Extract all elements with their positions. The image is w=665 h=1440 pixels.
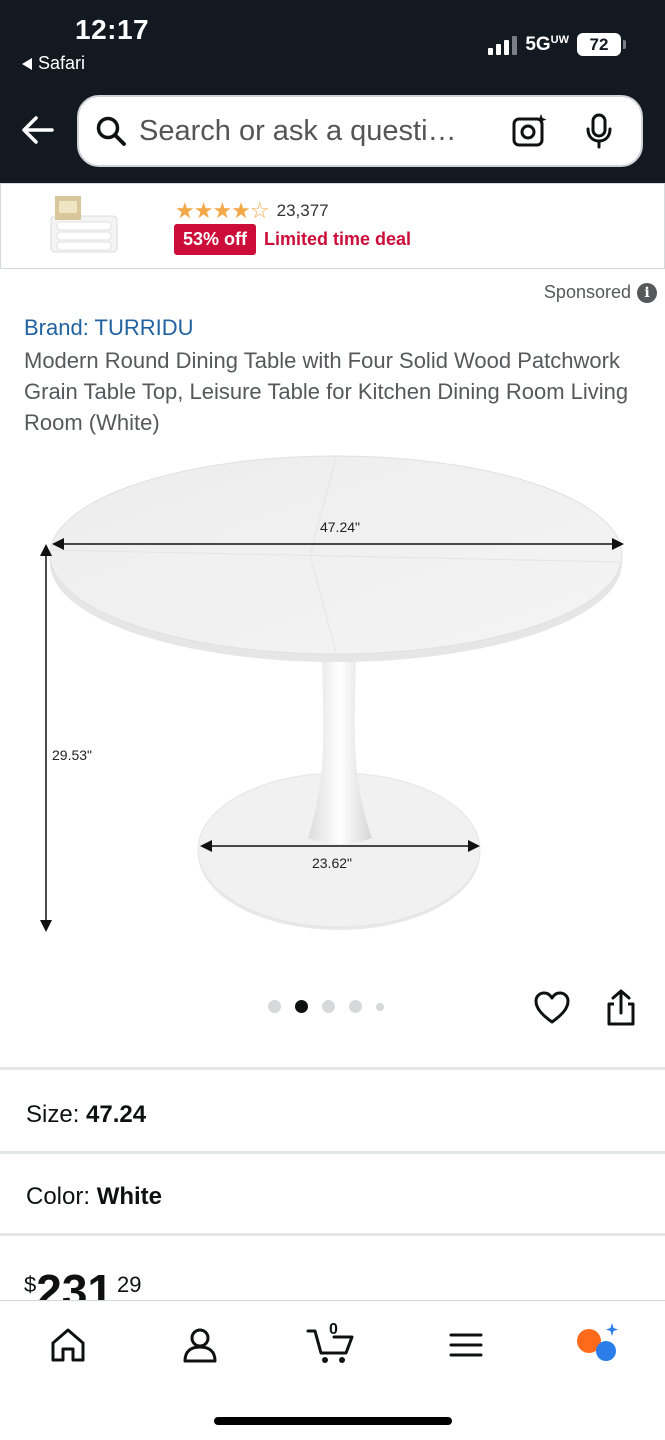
color-value: White: [96, 1183, 163, 1210]
back-triangle-icon: [22, 57, 32, 70]
size-value: 47.24: [86, 1101, 147, 1128]
share-icon[interactable]: [604, 988, 638, 1028]
size-label: Size:: [26, 1101, 80, 1128]
network-label: 5GUW: [525, 33, 569, 55]
product-image[interactable]: 47.24" 29.53" 23.62": [0, 440, 665, 960]
discount-badge: 53% off: [174, 224, 257, 255]
info-icon[interactable]: i: [637, 282, 657, 303]
brand-link[interactable]: Brand: TURRIDU: [24, 315, 194, 341]
divider: [0, 1067, 665, 1070]
width-dimension-label: 47.24": [320, 519, 360, 535]
divider: [0, 1151, 665, 1154]
bottom-nav: 0: [0, 1300, 665, 1440]
ad-product-thumbnail: [50, 196, 118, 253]
carousel-dot-active[interactable]: [295, 1000, 308, 1013]
review-count: 23,377: [276, 201, 329, 220]
search-bar[interactable]: Search or ask a questi…: [77, 95, 643, 167]
battery-icon: 72: [577, 33, 626, 56]
carousel-dot[interactable]: [268, 1000, 281, 1013]
price-whole: 231: [36, 1265, 113, 1304]
back-to-safari[interactable]: Safari: [22, 53, 85, 74]
height-dimension-label: 29.53": [52, 747, 92, 763]
deal-label: Limited time deal: [264, 229, 412, 249]
color-selector[interactable]: Color: White: [26, 1183, 162, 1211]
price-cents: 29: [117, 1272, 142, 1297]
heart-icon[interactable]: [533, 990, 571, 1026]
carousel-dot[interactable]: [322, 1000, 335, 1013]
carousel-dot[interactable]: [349, 1000, 362, 1013]
size-selector[interactable]: Size: 47.24: [26, 1101, 146, 1129]
ad-rating: ★★★★☆ 23,377: [175, 198, 329, 224]
search-input[interactable]: Search or ask a questi…: [139, 115, 489, 148]
sponsored-product-strip[interactable]: ★★★★☆ 23,377 53% off Limited time deal: [0, 183, 665, 269]
deal-row: 53% off Limited time deal: [174, 224, 411, 255]
camera-search-icon[interactable]: [511, 112, 549, 150]
search-icon: [96, 116, 126, 146]
status-time: 12:17: [75, 14, 150, 45]
base-dimension-label: 23.62": [312, 855, 352, 871]
price-currency: $: [24, 1272, 37, 1297]
menu-icon[interactable]: [446, 1325, 486, 1365]
account-icon[interactable]: [180, 1325, 220, 1365]
back-app-label: Safari: [38, 53, 86, 73]
app-header: 12:17 Safari 5GUW 72 Search or ask a que…: [0, 0, 665, 183]
home-icon[interactable]: [48, 1325, 88, 1365]
product-title[interactable]: Modern Round Dining Table with Four Soli…: [24, 345, 634, 438]
home-indicator[interactable]: [214, 1417, 452, 1425]
carousel-dot[interactable]: [376, 1002, 384, 1011]
cart-button[interactable]: 0: [306, 1321, 356, 1365]
status-indicators: 5GUW 72: [488, 33, 626, 56]
signal-icon: [488, 35, 518, 55]
cart-count: 0: [329, 1321, 338, 1338]
back-arrow-icon[interactable]: [20, 112, 56, 148]
divider: [0, 1233, 665, 1236]
star-rating-icon: ★★★★☆: [175, 198, 270, 223]
microphone-icon[interactable]: [583, 113, 615, 149]
product-price: $231 29: [24, 1264, 141, 1304]
image-carousel-dots[interactable]: [268, 1000, 384, 1013]
color-label: Color:: [26, 1183, 91, 1210]
rufus-ai-icon[interactable]: [574, 1321, 620, 1365]
sponsored-label[interactable]: Sponsored i: [544, 282, 657, 303]
